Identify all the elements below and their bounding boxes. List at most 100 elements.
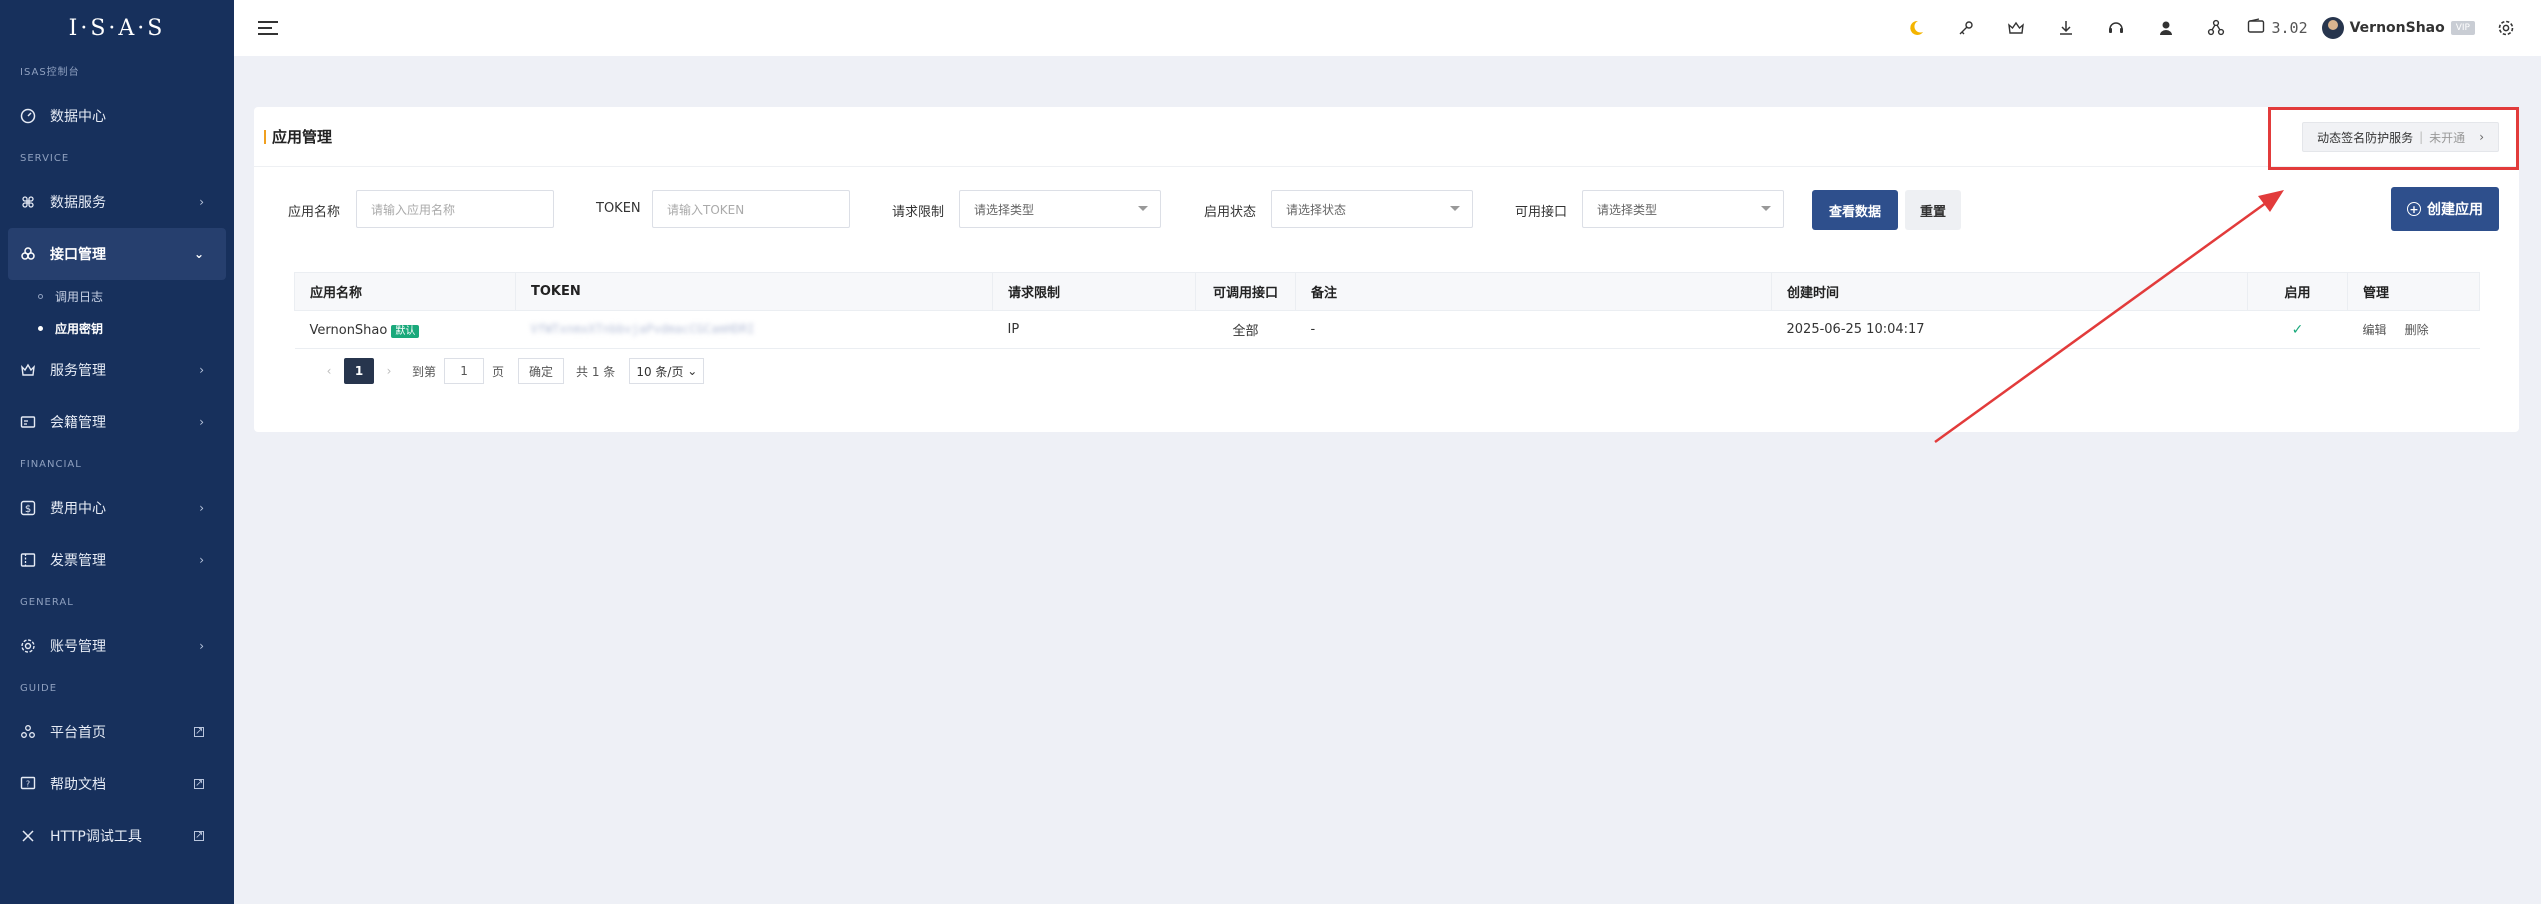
api-placeholder: 请选择类型 bbox=[1597, 202, 1658, 217]
caret-down-icon bbox=[1138, 206, 1148, 211]
page-size-select[interactable]: 10 条/页 ⌄ bbox=[629, 358, 705, 384]
sidebar-subitem-app-key[interactable]: 应用密钥 bbox=[0, 312, 234, 344]
settings-gear-icon[interactable] bbox=[2491, 0, 2521, 56]
download-icon[interactable] bbox=[2041, 0, 2091, 56]
sidebar-subitem-label: 应用密钥 bbox=[55, 321, 104, 336]
cell-app-name: VernonShao 默认 bbox=[294, 310, 516, 349]
query-button[interactable]: 查看数据 bbox=[1812, 190, 1898, 230]
col-note: 备注 bbox=[1295, 272, 1772, 311]
total-count: 共 1 条 bbox=[576, 364, 616, 379]
user-menu[interactable]: VernonShao VIP bbox=[2321, 17, 2475, 39]
app-name-input[interactable]: 请输入应用名称 bbox=[356, 190, 554, 228]
cell-apis: 全部 bbox=[1195, 310, 1296, 349]
sidebar-item-account[interactable]: 账号管理 › bbox=[0, 620, 234, 672]
edit-link[interactable]: 编辑 bbox=[2363, 323, 2387, 337]
section-financial: FINANCIAL bbox=[20, 459, 82, 470]
balance-value: 3.02 bbox=[2271, 19, 2308, 37]
col-created: 创建时间 bbox=[1771, 272, 2248, 311]
sidebar-item-platform-home[interactable]: 平台首页 ↗ bbox=[0, 706, 234, 758]
page-label: 页 bbox=[492, 364, 505, 379]
caret-down-icon bbox=[1450, 206, 1460, 211]
req-limit-label: 请求限制 bbox=[892, 205, 945, 220]
help-doc-icon: ? bbox=[20, 776, 36, 792]
section-guide: GUIDE bbox=[20, 683, 58, 694]
status-label: 启用状态 bbox=[1204, 205, 1257, 220]
bullet-icon bbox=[38, 293, 43, 299]
api-icon bbox=[20, 246, 36, 262]
cell-req-limit: IP bbox=[992, 310, 1196, 349]
caret-down-icon bbox=[1761, 206, 1771, 211]
goto-confirm-button[interactable]: 确定 bbox=[518, 358, 565, 384]
external-link-icon: ↗ bbox=[194, 830, 204, 841]
cell-manage: 编辑 删除 bbox=[2347, 310, 2480, 349]
sidebar-item-service-mgmt[interactable]: 服务管理 › bbox=[0, 344, 234, 396]
app-table: 应用名称 TOKEN 请求限制 可调用接口 备注 创建时间 启用 管理 Vern… bbox=[294, 272, 2480, 349]
nodes-icon bbox=[20, 724, 36, 740]
sidebar-item-data-service[interactable]: 数据服务 › bbox=[0, 176, 234, 228]
page-title: 应用管理 bbox=[264, 129, 332, 144]
network-icon[interactable] bbox=[2191, 0, 2241, 56]
delete-link[interactable]: 删除 bbox=[2405, 323, 2429, 337]
goto-label: 到第 bbox=[412, 364, 437, 379]
invoice-icon bbox=[20, 552, 36, 568]
gear-icon bbox=[20, 638, 36, 654]
next-page-icon[interactable]: › bbox=[374, 358, 404, 384]
annotation-highlight-box bbox=[2268, 107, 2519, 170]
table-row: VernonShao 默认 VfWTxnmxXTnbbvjaPvdmacCGCam… bbox=[294, 310, 2480, 349]
req-limit-placeholder: 请选择类型 bbox=[974, 202, 1035, 217]
user-badge-icon[interactable] bbox=[2141, 0, 2191, 56]
external-link-icon: ↗ bbox=[194, 778, 204, 789]
sidebar-item-fee-center[interactable]: $ 费用中心 › bbox=[0, 482, 234, 534]
goto-page-input[interactable]: 1 bbox=[444, 358, 485, 384]
chevron-right-icon: › bbox=[199, 363, 204, 377]
id-card-icon bbox=[20, 414, 36, 430]
headset-icon[interactable] bbox=[2091, 0, 2141, 56]
menu-toggle-icon[interactable] bbox=[258, 17, 278, 39]
brand-logo: I·S·A·S bbox=[68, 15, 166, 41]
external-link-icon: ↗ bbox=[194, 726, 204, 737]
sidebar-item-data-center[interactable]: 数据中心 bbox=[0, 90, 234, 142]
crown-icon[interactable] bbox=[1991, 0, 2041, 56]
col-enabled: 启用 bbox=[2247, 272, 2348, 311]
sidebar: I·S·A·S ISAS控制台 数据中心 SERVICE 数据服务 › 接口管理… bbox=[0, 0, 234, 904]
sidebar-item-label: 服务管理 bbox=[50, 363, 106, 379]
app-name-text: VernonShao bbox=[309, 322, 388, 338]
sidebar-item-invoice[interactable]: 发票管理 › bbox=[0, 534, 234, 586]
token-input[interactable]: 请输入TOKEN bbox=[652, 190, 850, 228]
page-size-value: 10 条/页 bbox=[636, 364, 684, 379]
token-label: TOKEN bbox=[596, 201, 641, 216]
crown-icon bbox=[20, 362, 36, 378]
cell-note: - bbox=[1295, 310, 1772, 349]
col-app-name: 应用名称 bbox=[294, 272, 516, 311]
req-limit-select[interactable]: 请选择类型 bbox=[959, 190, 1161, 228]
balance[interactable]: 3.02 bbox=[2247, 18, 2308, 38]
wallet-icon bbox=[2247, 18, 2265, 38]
col-apis: 可调用接口 bbox=[1195, 272, 1296, 311]
chevron-right-icon: › bbox=[199, 553, 204, 567]
tools-icon bbox=[20, 828, 36, 844]
sidebar-item-label: 发票管理 bbox=[50, 553, 106, 569]
reset-button[interactable]: 重置 bbox=[1905, 190, 1961, 230]
status-select[interactable]: 请选择状态 bbox=[1271, 190, 1473, 228]
chevron-right-icon: › bbox=[199, 415, 204, 429]
section-service: SERVICE bbox=[20, 153, 70, 164]
sidebar-item-api-mgmt[interactable]: 接口管理 ⌄ bbox=[8, 228, 226, 280]
sidebar-subitem-call-log[interactable]: 调用日志 bbox=[0, 280, 234, 312]
prev-page-icon[interactable]: ‹ bbox=[314, 358, 344, 384]
create-app-button[interactable]: + 创建应用 bbox=[2391, 187, 2499, 231]
sidebar-item-http-tool[interactable]: HTTP调试工具 ↗ bbox=[0, 810, 234, 862]
svg-text:$: $ bbox=[25, 504, 31, 515]
create-app-label: 创建应用 bbox=[2427, 202, 2483, 218]
vip-badge: VIP bbox=[2450, 21, 2475, 35]
sidebar-item-help-docs[interactable]: ? 帮助文档 ↗ bbox=[0, 758, 234, 810]
api-select[interactable]: 请选择类型 bbox=[1582, 190, 1784, 228]
key-icon[interactable] bbox=[1941, 0, 1991, 56]
sidebar-item-membership[interactable]: 会籍管理 › bbox=[0, 396, 234, 448]
current-page[interactable]: 1 bbox=[344, 358, 374, 384]
check-icon: ✓ bbox=[2291, 321, 2304, 338]
sidebar-item-label: 账号管理 bbox=[50, 639, 106, 655]
cell-created: 2025-06-25 10:04:17 bbox=[1771, 310, 2248, 349]
api-label: 可用接口 bbox=[1515, 205, 1568, 220]
moon-icon[interactable] bbox=[1891, 0, 1941, 56]
sidebar-subitem-label: 调用日志 bbox=[55, 289, 104, 304]
